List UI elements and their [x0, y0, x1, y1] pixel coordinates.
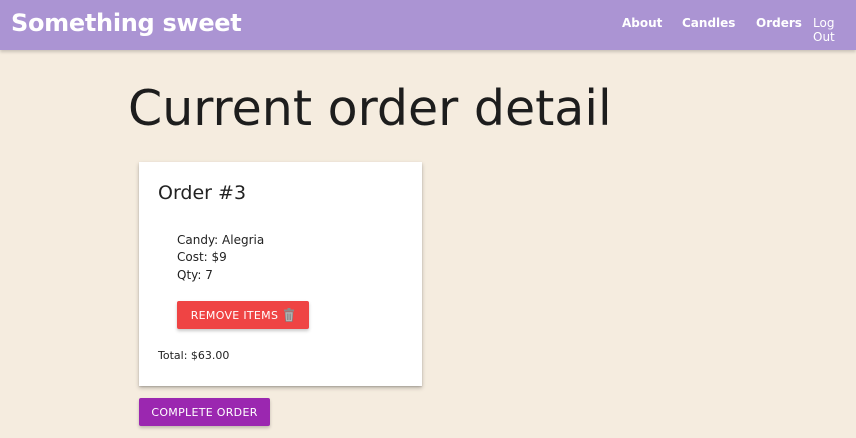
nav-link-candles[interactable]: Candles	[682, 16, 735, 30]
nav-link-about[interactable]: About	[622, 16, 662, 30]
remove-items-label: REMOVE ITEMS	[190, 308, 279, 322]
nav-link-logout[interactable]: Log Out	[813, 16, 856, 44]
order-item-candy: Candy: Alegria	[177, 233, 265, 247]
order-card: Order #3 Candy: Alegria Cost: $9 Qty: 7 …	[139, 162, 422, 386]
order-title: Order #3	[158, 182, 247, 204]
remove-items-button[interactable]: REMOVE ITEMS	[177, 301, 309, 329]
page-title: Current order detail	[128, 80, 612, 137]
order-total: Total: $63.00	[158, 349, 230, 362]
trash-icon	[283, 308, 295, 322]
nav-link-orders[interactable]: Orders	[756, 16, 802, 30]
order-item-qty: Qty: 7	[177, 268, 213, 282]
complete-order-button[interactable]: COMPLETE ORDER	[139, 398, 270, 426]
order-item-cost: Cost: $9	[177, 250, 227, 264]
navbar: Something sweet About Candles Orders Log…	[0, 0, 856, 50]
brand-title[interactable]: Something sweet	[11, 9, 242, 37]
